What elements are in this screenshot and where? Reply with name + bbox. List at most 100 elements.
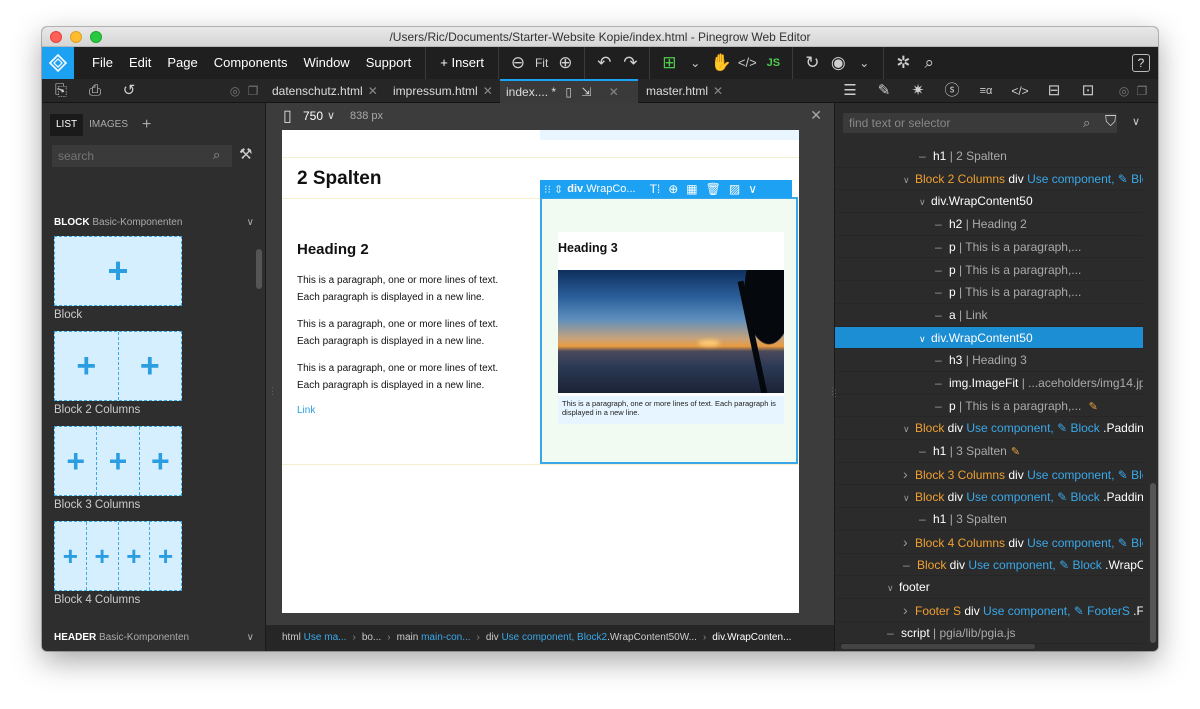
trash-icon[interactable]: 🗑 — [706, 182, 721, 196]
menu-components[interactable]: Components — [206, 47, 296, 79]
tree-node[interactable]: ∨ div.WrapContent50 — [835, 326, 1143, 350]
breadcrumb-item[interactable]: main main-con... — [397, 632, 471, 643]
text-format-icon[interactable]: ≡α — [975, 79, 997, 103]
chevron-down-icon[interactable]: ∨ — [919, 191, 931, 212]
tree-node[interactable]: – a | Link — [835, 304, 1143, 327]
effects-icon[interactable]: ✷ — [907, 79, 929, 103]
search-icon[interactable]: ⌕ — [213, 147, 220, 163]
chevron-down-icon[interactable]: ⌄ — [851, 47, 877, 79]
close-tab-icon[interactable]: ✕ — [609, 85, 619, 99]
breadcrumb-item[interactable]: div.WrapConten... — [712, 632, 791, 643]
tree-node[interactable]: ∨ Block div Use component, ✎ Block .Paddi… — [835, 417, 1143, 441]
close-tab-icon[interactable]: ✕ — [713, 84, 723, 98]
add-library-icon[interactable]: + — [134, 116, 159, 134]
interact-hand-icon[interactable]: ✋ — [708, 47, 734, 79]
resize-handle[interactable]: ⋮ — [268, 386, 277, 397]
tree-node[interactable]: ∨ div.WrapContent50 — [835, 190, 1143, 214]
layout-grid-icon[interactable]: ⊞ — [656, 47, 682, 79]
style-brush-icon[interactable]: ✎ — [873, 79, 895, 103]
filter-icon[interactable]: ⛉ — [1105, 113, 1116, 130]
selection-toolbar[interactable]: ⁝⁝ ⇕ div.WrapCo... T⁞ ⊕ ▦ 🗑 ▨ ∨ — [540, 180, 792, 198]
image-caption-paragraph[interactable]: This is a paragraph, one or more lines o… — [562, 399, 782, 417]
tree-icon[interactable]: ⊟ — [1043, 79, 1065, 103]
drag-handle-icon[interactable]: ⁝⁝ ⇕ — [544, 183, 563, 196]
block-tile[interactable]: + + + + — [54, 521, 182, 591]
javascript-icon[interactable]: JS — [760, 47, 786, 79]
tablet-icon[interactable]: ▯ — [565, 85, 572, 99]
chevron-down-icon[interactable]: ∨ — [748, 182, 757, 196]
settings-wheel-icon[interactable]: ✲ — [890, 47, 916, 79]
tree-node[interactable]: – p | This is a paragraph,... — [835, 236, 1143, 259]
zoom-out-icon[interactable]: ⊖ — [505, 47, 531, 79]
block-tile[interactable]: + + — [54, 331, 182, 401]
tab-images[interactable]: IMAGES — [83, 114, 134, 136]
menu-support[interactable]: Support — [358, 47, 420, 79]
close-tab-icon[interactable]: ✕ — [483, 84, 493, 98]
chevron-right-icon[interactable]: › — [903, 463, 915, 485]
chevron-down-icon[interactable]: ∨ — [327, 109, 335, 122]
help-button[interactable]: ? — [1132, 54, 1150, 72]
tree-node[interactable]: – h1 | 2 Spalten — [835, 145, 1143, 168]
chevron-down-icon[interactable]: ∨ — [919, 328, 931, 349]
tree-horizontal-scrollbar[interactable] — [841, 644, 1035, 649]
page-link[interactable]: Link — [297, 405, 315, 416]
zoom-in-icon[interactable]: ⊕ — [552, 47, 578, 79]
tree-node[interactable]: – img.ImageFit | ...aceholders/img14.jpg … — [835, 372, 1143, 395]
search-icon[interactable]: ⌕ — [916, 47, 942, 79]
chevron-down-icon[interactable]: ∨ — [903, 418, 915, 439]
pinegrow-logo-icon[interactable] — [42, 47, 74, 79]
library-scrollbar[interactable] — [256, 249, 262, 289]
tree-scrollbar[interactable] — [1150, 483, 1156, 643]
page-preview[interactable]: 2 Spalten Heading 2 This is a paragraph,… — [282, 130, 799, 613]
breadcrumb-item[interactable]: html Use ma... — [282, 632, 346, 643]
chevron-down-icon[interactable]: ∨ — [247, 632, 254, 643]
tools-icon[interactable]: ⚒ — [239, 145, 252, 163]
chevron-down-icon[interactable]: ∨ — [887, 577, 899, 598]
code-icon[interactable]: </> — [1009, 79, 1031, 103]
tree-node[interactable]: – script | pgia/lib/pgia.js — [835, 622, 1143, 645]
animation-icon[interactable]: ⓢ — [941, 79, 963, 103]
paragraph[interactable]: This is a paragraph, one or more lines o… — [297, 360, 517, 394]
duplicate-icon[interactable]: ❐ — [1131, 79, 1153, 103]
chevron-right-icon[interactable]: › — [903, 531, 915, 553]
sunset-image[interactable] — [558, 270, 784, 393]
section-header-header[interactable]: HEADER Basic-Komponenten ∨ — [54, 632, 254, 643]
top-block[interactable] — [540, 130, 799, 140]
maximize-window-button[interactable] — [90, 31, 102, 43]
tree-node[interactable]: – h1 | 3 Spalten ✎ — [835, 440, 1143, 463]
pattern-icon[interactable]: ▨ — [729, 182, 740, 196]
block-tile[interactable]: + — [54, 236, 182, 306]
section-block-header[interactable]: BLOCK Basic-Komponenten ∨ — [54, 217, 254, 228]
block-tile[interactable]: + + + — [54, 426, 182, 496]
chevron-right-icon[interactable]: › — [903, 599, 915, 621]
redo-icon[interactable]: ↷ — [617, 47, 643, 79]
tree-node[interactable]: – h1 | 3 Spalten — [835, 508, 1143, 531]
tree-node[interactable]: › Block 4 Columns div Use component, ✎ Bl… — [835, 531, 1143, 554]
properties-sliders-icon[interactable]: ☰ — [839, 79, 861, 103]
tree-node[interactable]: – h2 | Heading 2 — [835, 213, 1143, 236]
minimize-window-button[interactable] — [70, 31, 82, 43]
grid-icon[interactable]: ▦ — [686, 182, 697, 196]
paragraph[interactable]: This is a paragraph, one or more lines o… — [297, 316, 517, 350]
undo-icon[interactable]: ↶ — [591, 47, 617, 79]
duplicate-icon[interactable]: ❐ — [242, 79, 264, 103]
menu-window[interactable]: Window — [295, 47, 357, 79]
chevron-down-icon[interactable]: ∨ — [247, 217, 254, 228]
tree-node[interactable]: – p | This is a paragraph,... ✎ — [835, 395, 1143, 418]
tree-node[interactable]: –Block div Use component, ✎ Block .WrapC… — [835, 554, 1143, 577]
chevron-down-icon[interactable]: ∨ — [903, 169, 915, 190]
tree-node[interactable]: ∨ Block div Use component, ✎ Block .Paddi… — [835, 486, 1143, 509]
zoom-fit-button[interactable]: Fit — [531, 56, 552, 70]
insert-button[interactable]: + Insert — [432, 47, 492, 79]
refresh-icon[interactable]: ↻ — [799, 47, 825, 79]
close-window-button[interactable] — [50, 31, 62, 43]
chevron-down-icon[interactable]: ⌄ — [682, 47, 708, 79]
tree-node[interactable]: – p | This is a paragraph,... — [835, 281, 1143, 304]
breadcrumb-item[interactable]: bo... — [362, 632, 381, 643]
print-icon[interactable]: ⎙ — [84, 79, 106, 103]
search-icon[interactable]: ⌕ — [1083, 115, 1090, 131]
page-heading-2-spalten[interactable]: 2 Spalten — [297, 168, 381, 190]
tab-index[interactable]: index.... * ▯ ⇲ ✕ — [500, 79, 638, 103]
page-heading-2[interactable]: Heading 2 — [297, 241, 369, 258]
add-element-icon[interactable]: ⊕ — [668, 182, 678, 196]
